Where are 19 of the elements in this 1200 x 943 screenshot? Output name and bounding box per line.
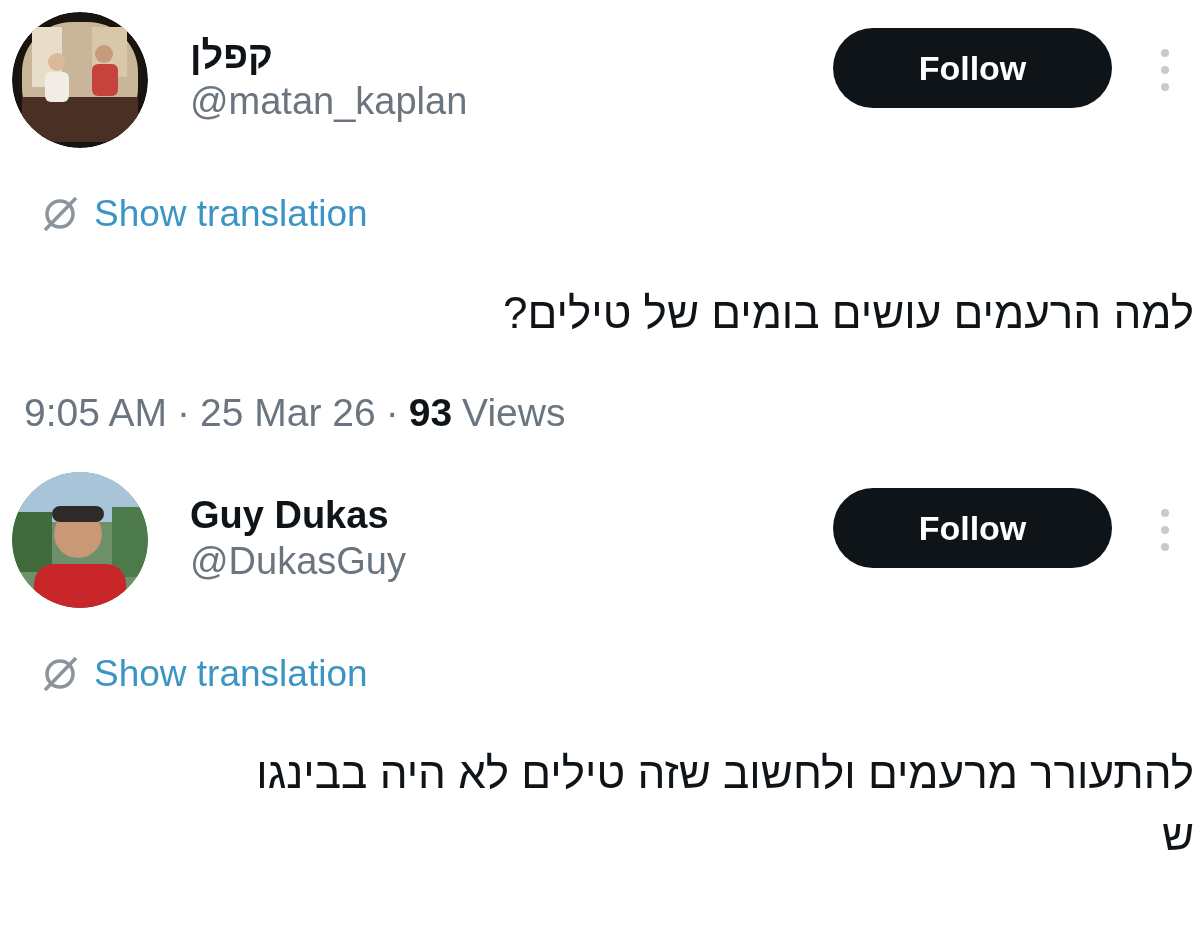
follow-button[interactable]: Follow [833,28,1112,108]
author-handle[interactable]: @matan_kaplan [190,78,468,124]
separator-dot: · [177,389,191,436]
show-translation-link[interactable]: Show translation [94,646,368,702]
tweet-text: ש [1160,808,1194,861]
author-name[interactable]: קפלן [190,32,468,78]
tweet-date[interactable]: 25 Mar 26 [200,383,376,442]
more-icon[interactable] [1160,48,1170,92]
tweet-text: למה הרעמים עושים בומים של טילים? [502,286,1194,339]
show-translation-link[interactable]: Show translation [94,186,368,242]
views-count: 93 [408,389,453,436]
tweet-text: להתעורר מרעמים ולחשוב שזה טילים לא היה בבינגו [255,746,1194,799]
author-name[interactable]: Guy Dukas [190,492,406,538]
views-label: Views [462,389,566,436]
separator-dot: · [385,389,399,436]
more-icon[interactable] [1160,508,1170,552]
tweet-time[interactable]: 9:05 AM [24,383,168,442]
author-handle[interactable]: @DukasGuy [190,538,406,584]
follow-button[interactable]: Follow [833,488,1112,568]
